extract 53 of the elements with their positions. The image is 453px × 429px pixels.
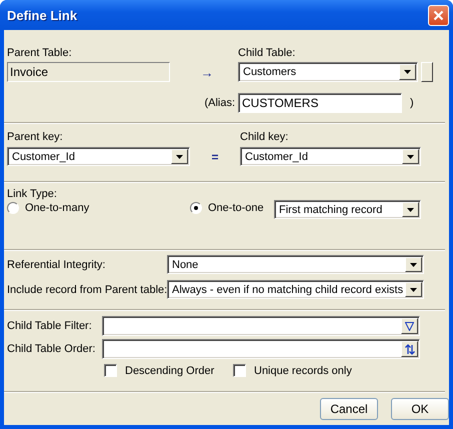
dropdown-button[interactable] [405, 257, 422, 272]
radio-label[interactable]: One-to-many [25, 202, 90, 214]
checkbox-label[interactable]: Descending Order [125, 364, 214, 376]
dropdown-button[interactable] [399, 64, 416, 80]
dialog-button[interactable]: OK [391, 398, 449, 420]
caret-icon [407, 208, 414, 212]
dropdown[interactable]: Customer_Id [7, 147, 190, 166]
filter-button[interactable] [401, 318, 418, 334]
close-button[interactable] [428, 4, 449, 26]
caret-icon [176, 154, 183, 158]
filter-icon [405, 322, 414, 330]
checkbox[interactable] [233, 364, 246, 377]
checkbox-label[interactable]: Unique records only [254, 364, 352, 376]
dropdown-button[interactable] [402, 149, 419, 164]
close-icon [433, 10, 444, 20]
field-label: Link Type: [7, 188, 58, 200]
browse-button[interactable] [421, 62, 433, 82]
checkbox[interactable] [104, 364, 117, 377]
sort-button[interactable] [401, 341, 418, 357]
caret-icon [404, 70, 411, 74]
equals-text: = [210, 150, 220, 164]
readonly-field: Invoice [7, 62, 170, 82]
input-field[interactable] [102, 316, 420, 336]
field-label: Referential Integrity: [7, 258, 106, 270]
caret-icon [410, 262, 417, 266]
dropdown[interactable]: None [167, 255, 424, 274]
field-label: Child Table Filter: [7, 320, 93, 332]
dropdown[interactable]: Customer_Id [240, 147, 421, 166]
field-label: Parent key: [7, 131, 64, 143]
dropdown-button[interactable] [171, 149, 188, 164]
dropdown[interactable]: Always - even if no matching child record exists [167, 280, 424, 299]
field-label: Child Table Order: [7, 343, 96, 355]
radio-button[interactable] [190, 202, 202, 214]
window-title: Define Link [7, 8, 78, 22]
sort-icon [404, 344, 414, 354]
arrow-text: → [200, 64, 214, 80]
dropdown[interactable]: Customers [238, 62, 418, 82]
dropdown-button[interactable] [405, 282, 422, 297]
alias-field[interactable]: CUSTOMERS [238, 93, 402, 113]
dropdown[interactable]: First matching record [274, 200, 421, 219]
field-label: Include record from Parent table: [7, 284, 167, 296]
dialog-button[interactable]: Cancel [320, 398, 378, 420]
dropdown-button[interactable] [402, 202, 419, 217]
field-label: Parent Table: [7, 47, 73, 59]
field-label: Child key: [240, 131, 288, 143]
radio-label[interactable]: One-to-one [208, 202, 264, 214]
field-label: Child Table: [238, 47, 296, 59]
caret-icon [407, 154, 414, 158]
field-label: (Alias: [203, 97, 236, 109]
caret-icon [410, 288, 417, 292]
input-field[interactable] [102, 339, 420, 359]
bracket-text: ) [410, 97, 414, 109]
radio-button[interactable] [7, 202, 19, 214]
